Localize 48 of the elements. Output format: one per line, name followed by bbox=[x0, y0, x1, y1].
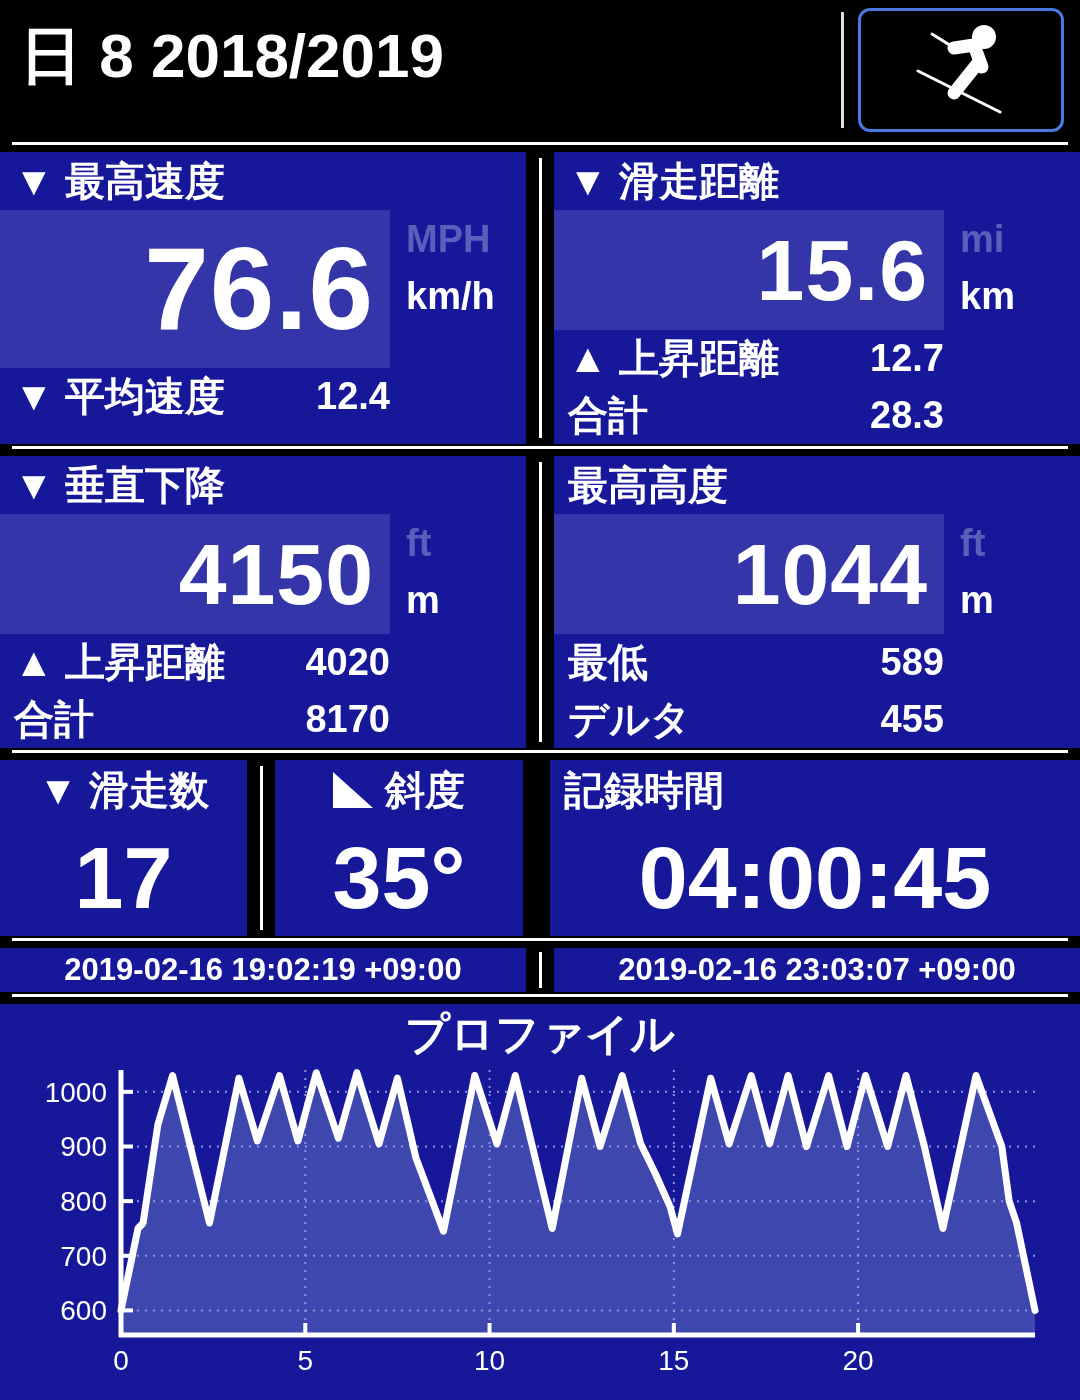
row-label: デルタ bbox=[568, 696, 691, 743]
value-box: 4150 bbox=[0, 514, 390, 634]
timestamp: 2019-02-16 23:03:07 +09:00 bbox=[554, 948, 1080, 992]
unit-option[interactable]: m bbox=[406, 579, 440, 622]
chart-title: プロファイル bbox=[404, 1008, 676, 1060]
row-label: 最低 bbox=[568, 639, 648, 686]
row-value: 8170 bbox=[305, 698, 390, 741]
ski-mode-button[interactable] bbox=[858, 8, 1064, 132]
row-value: 28.3 bbox=[870, 394, 944, 437]
x-tick-label: 15 bbox=[658, 1345, 690, 1376]
panel-title: 最高高度 bbox=[567, 462, 729, 509]
timestamp: 2019-02-16 19:02:19 +09:00 bbox=[0, 948, 526, 992]
y-tick-label: 1000 bbox=[44, 1076, 107, 1108]
unit-option[interactable]: km/h bbox=[406, 275, 495, 318]
panel-title: ▼ 最高速度 bbox=[13, 158, 226, 205]
row-label: ▲ 上昇距離 bbox=[568, 335, 779, 382]
stat-title: 記録時間 bbox=[564, 766, 724, 814]
x-tick-label: 20 bbox=[842, 1345, 874, 1376]
row-label: 合計 bbox=[568, 392, 648, 439]
x-tick-label: 10 bbox=[473, 1345, 506, 1376]
y-tick-label: 900 bbox=[60, 1131, 107, 1163]
row-value: 4020 bbox=[305, 641, 390, 684]
day-title: 日 8 2018/2019 bbox=[20, 20, 445, 92]
row-value: 589 bbox=[880, 641, 944, 684]
panel-title: ▼ 滑走距離 bbox=[567, 158, 780, 205]
stat-value: 17 bbox=[74, 828, 173, 928]
panel-title: ▼ 垂直下降 bbox=[13, 462, 226, 509]
row-label: ▲ 上昇距離 bbox=[14, 639, 225, 686]
x-tick-label: 5 bbox=[297, 1345, 314, 1376]
y-tick-label: 600 bbox=[60, 1295, 107, 1327]
value-box: 1044 bbox=[554, 514, 944, 634]
unit-option[interactable]: m bbox=[960, 579, 994, 622]
row-value: 455 bbox=[880, 698, 944, 741]
row-label: 合計 bbox=[14, 696, 94, 743]
row-value: 12.4 bbox=[316, 375, 390, 418]
unit-option[interactable]: km bbox=[960, 275, 1015, 318]
row-label: ▼ 平均速度 bbox=[14, 373, 225, 420]
stat-value: 35° bbox=[332, 828, 466, 928]
x-tick-label: 0 bbox=[113, 1345, 129, 1376]
slope-icon bbox=[333, 772, 373, 808]
stat-value: 04:00:45 bbox=[638, 828, 992, 928]
row-value: 12.7 bbox=[870, 337, 944, 380]
y-tick-label: 700 bbox=[60, 1240, 107, 1272]
value-box: 15.6 bbox=[554, 210, 944, 330]
y-tick-label: 800 bbox=[60, 1186, 107, 1218]
stat-title: 斜度 bbox=[385, 766, 465, 814]
value-box: 76.6 bbox=[0, 210, 390, 368]
stat-title: ▼ 滑走数 bbox=[38, 766, 209, 814]
